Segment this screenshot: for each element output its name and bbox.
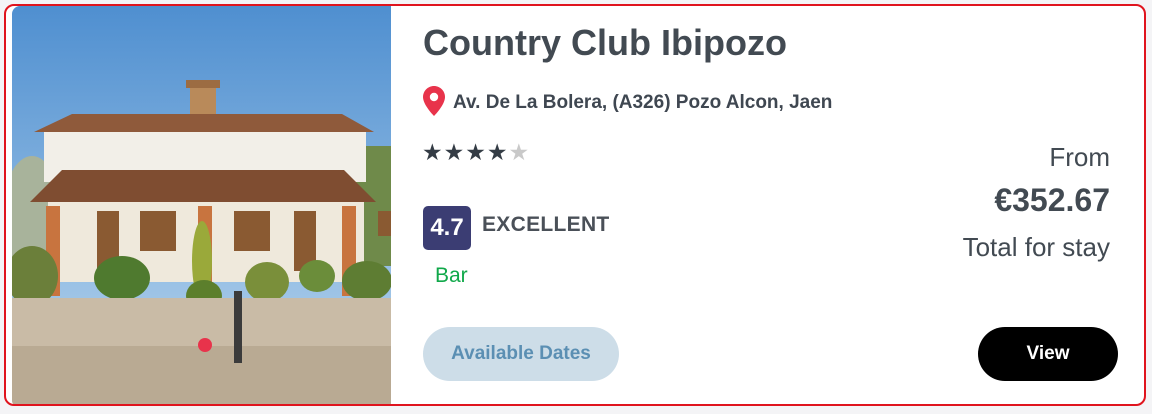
star-icon: ★ [443, 139, 465, 165]
amenity-tag: Bar [435, 264, 468, 287]
hotel-address: Av. De La Bolera, (A326) Pozo Alcon, Jae… [423, 85, 833, 121]
star-icon: ★ [486, 139, 508, 165]
carousel-dot[interactable] [198, 338, 212, 352]
star-icon-empty: ★ [508, 139, 530, 165]
price-value: €352.67 [994, 182, 1110, 218]
price-total-label: Total for stay [962, 232, 1110, 262]
star-icon: ★ [465, 139, 486, 165]
available-dates-button[interactable]: Available Dates [423, 327, 619, 381]
review-score-label: EXCELLENT [482, 213, 610, 236]
hotel-name[interactable]: Country Club Ibipozo [423, 22, 787, 64]
map-pin-icon [423, 85, 445, 121]
hotel-card[interactable]: Country Club Ibipozo Av. De La Bolera, (… [4, 4, 1146, 406]
star-rating: ★ ★ ★ ★ ★ [422, 140, 529, 164]
hotel-photo[interactable] [12, 6, 391, 404]
star-icon: ★ [422, 139, 443, 165]
address-text: Av. De La Bolera, (A326) Pozo Alcon, Jae… [453, 92, 833, 113]
review-score-badge: 4.7 [423, 206, 471, 250]
view-button[interactable]: View [978, 327, 1118, 381]
price-from-label: From [1049, 142, 1110, 172]
